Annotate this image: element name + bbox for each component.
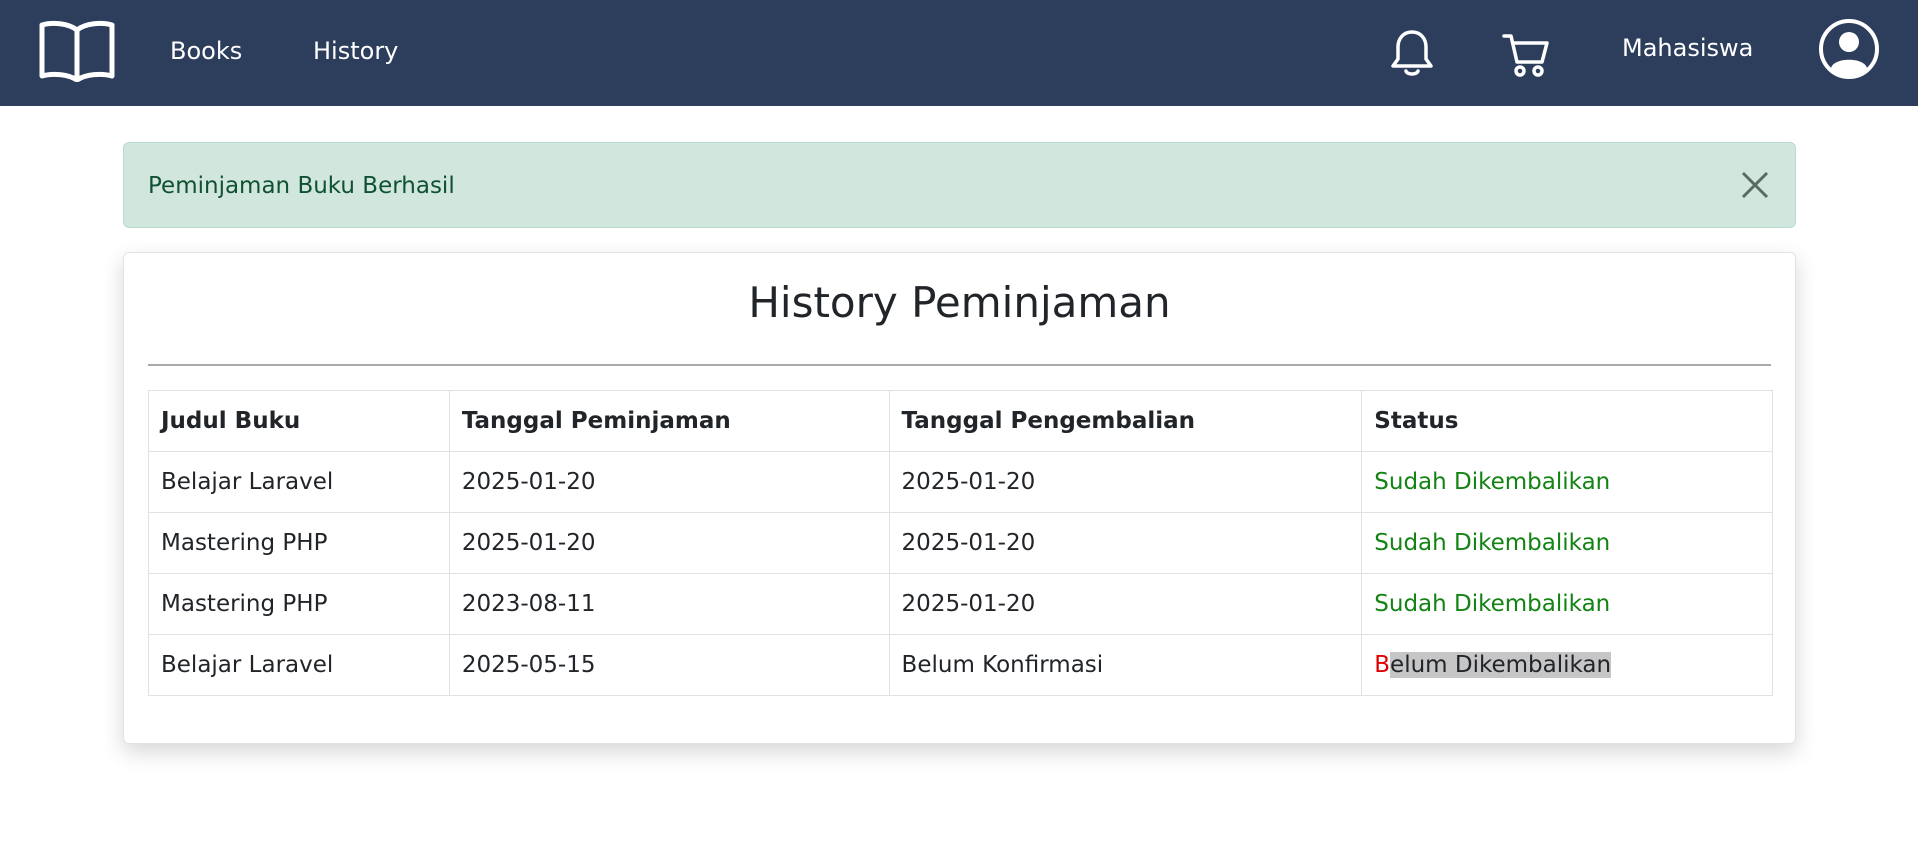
history-card: History Peminjaman Judul Buku Tanggal Pe… [123, 252, 1796, 744]
cell-borrow-date: 2023-08-11 [448, 573, 890, 635]
cell-book-title: Belajar Laravel [148, 634, 450, 696]
page-title: History Peminjaman [748, 278, 1171, 327]
cell-borrow-date: 2025-01-20 [448, 451, 890, 513]
cart-icon[interactable] [1502, 30, 1550, 78]
cell-borrow-date: 2025-01-20 [448, 512, 890, 574]
book-open-icon[interactable] [38, 18, 116, 82]
status-selected-text: elum Dikembalikan [1390, 652, 1612, 678]
cell-borrow-date: 2025-05-15 [448, 634, 890, 696]
header-tanggal-pengembalian: Tanggal Pengembalian [888, 390, 1363, 452]
user-circle-icon[interactable] [1818, 18, 1880, 80]
cell-return-date: Belum Konfirmasi [888, 634, 1363, 696]
table-row: Mastering PHP 2025-01-20 2025-01-20 Suda… [148, 512, 1773, 574]
nav-link-books[interactable]: Books [170, 36, 242, 66]
header-tanggal-peminjaman: Tanggal Peminjaman [448, 390, 890, 452]
cell-status: Sudah Dikembalikan [1361, 451, 1773, 513]
table-row: Mastering PHP 2023-08-11 2025-01-20 Suda… [148, 573, 1773, 635]
cell-return-date: 2025-01-20 [888, 512, 1363, 574]
cell-status: Belum Dikembalikan [1361, 634, 1773, 696]
table-row: Belajar Laravel 2025-05-15 Belum Konfirm… [148, 634, 1773, 696]
cell-book-title: Belajar Laravel [148, 451, 450, 513]
header-judul-buku: Judul Buku [148, 390, 450, 452]
table-header-row: Judul Buku Tanggal Peminjaman Tanggal Pe… [148, 390, 1773, 452]
cell-book-title: Mastering PHP [148, 573, 450, 635]
cell-return-date: 2025-01-20 [888, 573, 1363, 635]
success-alert: Peminjaman Buku Berhasil [123, 142, 1796, 228]
alert-message: Peminjaman Buku Berhasil [148, 173, 455, 199]
history-table: Judul Buku Tanggal Peminjaman Tanggal Pe… [148, 390, 1773, 696]
cell-status: Sudah Dikembalikan [1361, 512, 1773, 574]
nav-link-history[interactable]: History [313, 36, 398, 66]
divider [148, 364, 1771, 366]
top-navbar: Books History Mahasiswa [0, 0, 1918, 106]
cell-return-date: 2025-01-20 [888, 451, 1363, 513]
table-row: Belajar Laravel 2025-01-20 2025-01-20 Su… [148, 451, 1773, 513]
status-first-letter: B [1374, 652, 1391, 678]
close-icon[interactable] [1739, 169, 1771, 201]
bell-icon[interactable] [1390, 28, 1434, 78]
cell-book-title: Mastering PHP [148, 512, 450, 574]
status-not-returned: Belum Dikembalikan [1374, 652, 1612, 678]
header-status: Status [1361, 390, 1773, 452]
cell-status: Sudah Dikembalikan [1361, 573, 1773, 635]
username-label[interactable]: Mahasiswa [1622, 33, 1753, 63]
